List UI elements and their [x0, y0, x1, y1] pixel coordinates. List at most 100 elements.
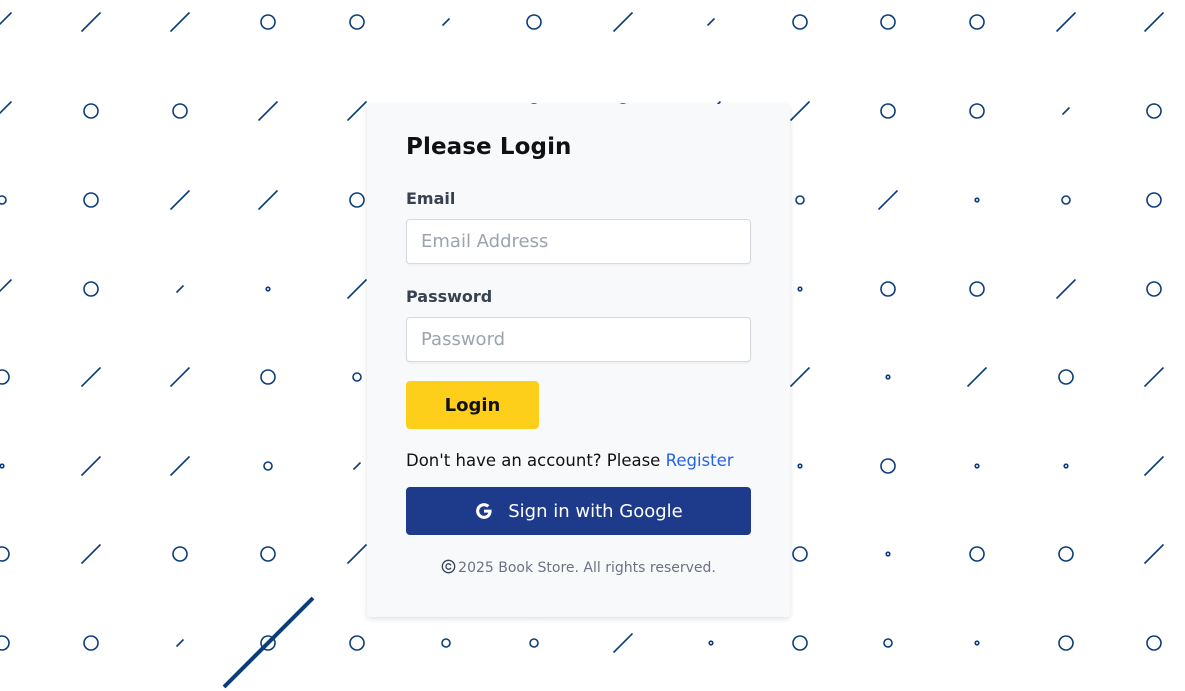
pattern-circle: [883, 638, 893, 648]
pattern-circle: [263, 461, 273, 471]
pattern-circle: [795, 195, 805, 205]
pattern-circle: [0, 369, 10, 385]
register-prompt: Don't have an account? Please Register: [406, 451, 734, 470]
password-label: Password: [406, 287, 493, 306]
pattern-slash: [352, 461, 362, 471]
pattern-circle: [969, 546, 985, 562]
pattern-slash: [0, 278, 13, 293]
pattern-slash: [80, 543, 102, 565]
google-g-icon: [474, 501, 494, 521]
pattern-slash: [706, 17, 716, 27]
register-prompt-text: Don't have an account? Please: [406, 451, 661, 470]
pattern-slash: [877, 189, 899, 211]
pattern-circle: [880, 14, 896, 30]
pattern-slash: [789, 366, 811, 388]
pattern-circle: [792, 546, 808, 562]
google-sign-in-button[interactable]: Sign in with Google: [406, 487, 751, 535]
pattern-slash: [1055, 11, 1077, 33]
footer-text: 2025 Book Store. All rights reserved.: [458, 560, 716, 576]
pattern-slash: [80, 455, 102, 477]
footer: 2025 Book Store. All rights reserved.: [367, 559, 790, 578]
pattern-slash: [175, 284, 185, 294]
page-title: Please Login: [406, 134, 572, 160]
pattern-slash: [169, 366, 191, 388]
pattern-circle: [0, 195, 7, 205]
pattern-circle: [974, 640, 980, 646]
pattern-circle: [0, 635, 10, 651]
pattern-circle: [349, 192, 365, 208]
pattern-circle: [1061, 195, 1071, 205]
pattern-slash: [612, 11, 634, 33]
pattern-circle: [1058, 635, 1074, 651]
pattern-circle: [352, 372, 362, 382]
pattern-circle: [0, 546, 10, 562]
pattern-slash: [1143, 11, 1165, 33]
pattern-circle: [708, 640, 714, 646]
pattern-circle: [885, 374, 891, 380]
pattern-circle: [1146, 103, 1162, 119]
pattern-slash: [346, 543, 368, 565]
pattern-slash: [257, 100, 279, 122]
pattern-slash: [1143, 543, 1165, 565]
pattern-circle: [1146, 281, 1162, 297]
pattern-circle: [885, 551, 891, 557]
pattern-slash: [346, 278, 368, 300]
pattern-circle: [83, 103, 99, 119]
pattern-circle: [880, 458, 896, 474]
pattern-circle: [1146, 192, 1162, 208]
pattern-circle: [260, 14, 276, 30]
pattern-slash: [1143, 366, 1165, 388]
pattern-slash: [1055, 278, 1077, 300]
pattern-slash: [966, 366, 988, 388]
pattern-circle: [526, 14, 542, 30]
email-field[interactable]: [406, 219, 751, 264]
google-button-label: Sign in with Google: [508, 500, 683, 522]
password-field[interactable]: [406, 317, 751, 362]
pattern-circle: [172, 546, 188, 562]
pattern-circle: [1063, 463, 1069, 469]
pattern-circle: [172, 103, 188, 119]
login-button[interactable]: Login: [406, 381, 539, 429]
pattern-circle: [260, 546, 276, 562]
pattern-circle: [969, 281, 985, 297]
pattern-circle: [792, 635, 808, 651]
pattern-large-slash: [222, 596, 315, 689]
pattern-slash: [0, 100, 13, 115]
pattern-circle: [260, 369, 276, 385]
register-link[interactable]: Register: [666, 451, 734, 470]
pattern-circle: [797, 286, 803, 292]
pattern-circle: [969, 14, 985, 30]
pattern-circle: [974, 463, 980, 469]
pattern-circle: [441, 638, 451, 648]
email-label: Email: [406, 189, 456, 208]
pattern-slash: [1061, 106, 1071, 116]
pattern-slash: [80, 366, 102, 388]
pattern-circle: [529, 638, 539, 648]
pattern-circle: [974, 197, 980, 203]
pattern-circle: [1058, 546, 1074, 562]
pattern-circle: [265, 286, 271, 292]
pattern-circle: [83, 192, 99, 208]
pattern-circle: [880, 103, 896, 119]
login-card: Please Login Email Password Login Don't …: [367, 104, 790, 617]
pattern-slash: [1143, 455, 1165, 477]
pattern-slash: [175, 638, 185, 648]
pattern-circle: [792, 14, 808, 30]
pattern-slash: [257, 189, 279, 211]
pattern-circle: [1146, 635, 1162, 651]
pattern-slash: [441, 17, 451, 27]
pattern-slash: [789, 100, 811, 122]
pattern-slash: [80, 11, 102, 33]
pattern-circle: [969, 103, 985, 119]
copyright-icon: [441, 559, 456, 578]
pattern-circle: [349, 14, 365, 30]
pattern-slash: [169, 189, 191, 211]
pattern-circle: [349, 635, 365, 651]
pattern-circle: [83, 281, 99, 297]
pattern-circle: [83, 635, 99, 651]
pattern-slash: [169, 455, 191, 477]
pattern-circle: [797, 463, 803, 469]
pattern-slash: [346, 100, 368, 122]
pattern-circle: [0, 463, 5, 469]
pattern-circle: [1058, 369, 1074, 385]
